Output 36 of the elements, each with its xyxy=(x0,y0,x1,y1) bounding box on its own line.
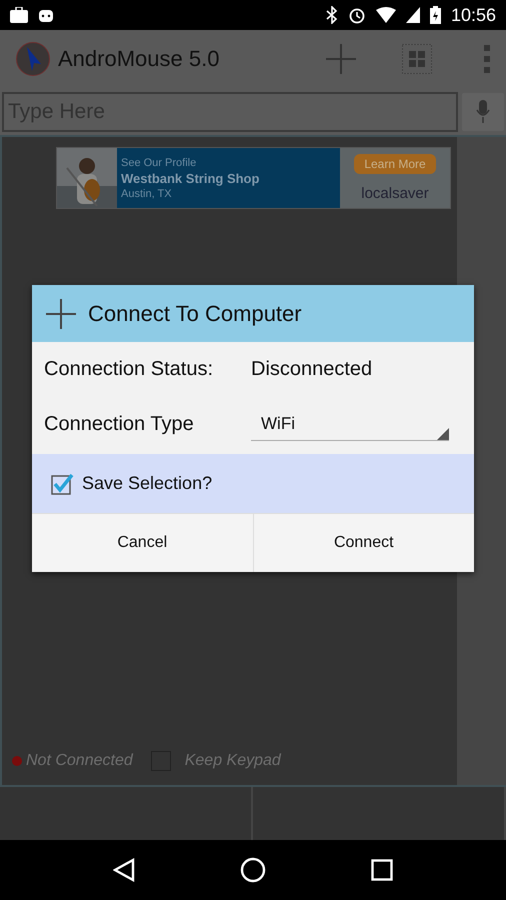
grid-icon[interactable] xyxy=(402,44,432,74)
ad-business-name: Westbank String Shop xyxy=(121,170,260,186)
field-value: Disconnected xyxy=(251,358,372,381)
field-label: Connection Status: xyxy=(44,358,214,381)
back-icon[interactable] xyxy=(112,858,135,882)
advertisement-banner[interactable]: See Our Profile Westbank String Shop Austin, TX Learn More localsaver xyxy=(56,147,451,209)
checkbox[interactable] xyxy=(50,472,74,496)
alarm-icon xyxy=(348,6,366,24)
connection-status: Not Connected xyxy=(26,752,133,770)
battery-icon xyxy=(430,6,441,24)
android-icon xyxy=(38,7,54,23)
ad-tagline: See Our Profile xyxy=(121,156,198,168)
cursor-logo-icon xyxy=(16,42,50,76)
app-title: AndroMouse 5.0 xyxy=(58,46,220,72)
wifi-icon xyxy=(376,7,396,23)
plus-icon xyxy=(46,298,76,328)
home-icon[interactable] xyxy=(240,857,266,883)
microphone-button[interactable] xyxy=(462,92,504,130)
cancel-button[interactable]: Cancel xyxy=(32,514,254,572)
keep-keypad-label: Keep Keypad xyxy=(184,752,281,770)
connect-button[interactable]: Connect xyxy=(254,514,474,572)
clock-time: 10:56 xyxy=(450,4,496,26)
ad-brand: localsaver xyxy=(361,185,429,202)
save-selection-label: Save Selection? xyxy=(82,473,212,494)
connection-type-dropdown[interactable]: WiFi xyxy=(251,408,449,440)
dropdown-arrow-icon xyxy=(437,428,449,440)
bluetooth-icon xyxy=(326,6,338,24)
recents-icon[interactable] xyxy=(371,859,394,881)
ad-location: Austin, TX xyxy=(121,188,173,200)
microphone-icon xyxy=(476,100,490,124)
signal-icon xyxy=(406,7,420,23)
plus-icon[interactable] xyxy=(326,44,356,74)
dialog-title: Connect To Computer xyxy=(88,300,302,326)
field-label: Connection Type xyxy=(44,413,195,436)
briefcase-icon xyxy=(10,7,28,23)
menu-icon[interactable] xyxy=(484,45,490,73)
